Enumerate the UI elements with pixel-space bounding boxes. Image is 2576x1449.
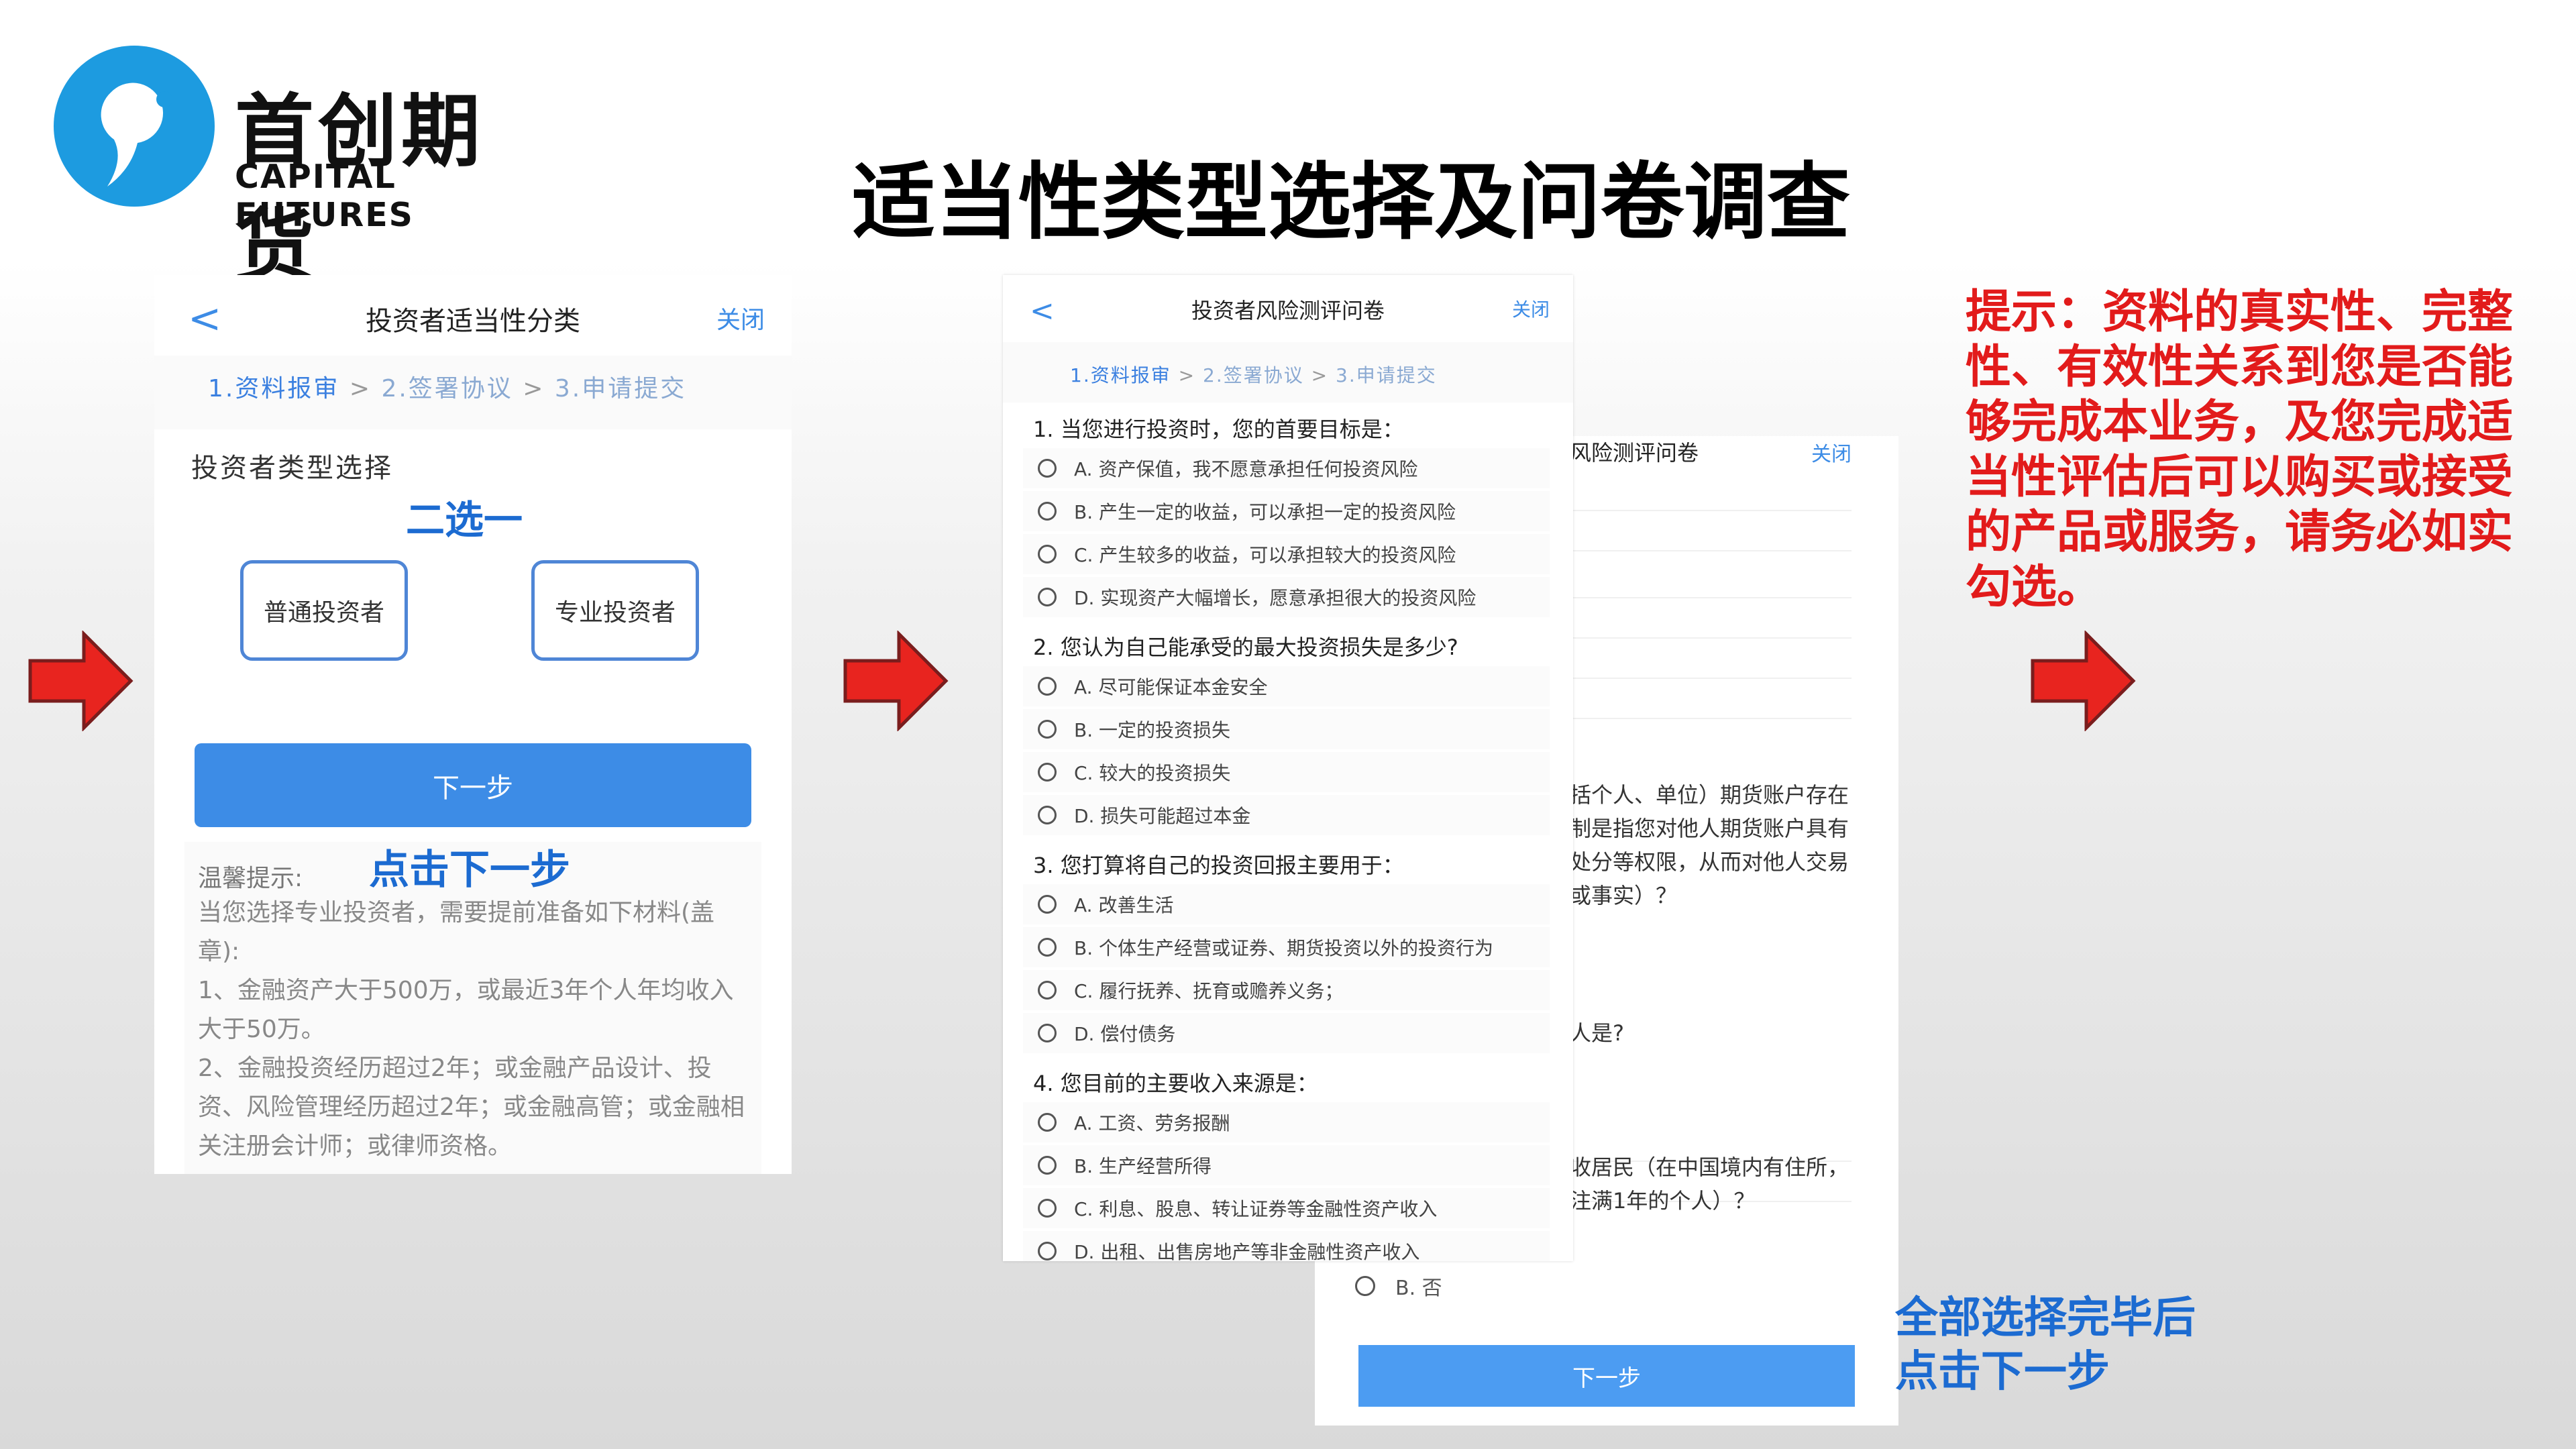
chevron-right-icon: > — [1311, 364, 1329, 386]
radio-icon[interactable] — [1038, 806, 1057, 824]
progress-steps: 1.资料报审 > 2.签署协议 > 3.申请提交 — [1070, 361, 1437, 388]
close-button[interactable]: 关闭 — [1811, 437, 1851, 467]
radio-icon[interactable] — [1038, 981, 1057, 1000]
option-row[interactable]: A. 改善生活 — [1023, 884, 1550, 924]
annotation-click-next: 点击下一步 — [369, 847, 570, 894]
tip-line: 当您选择专业投资者，需要提前准备如下材料(盖章): — [198, 899, 715, 965]
radio-icon[interactable] — [1038, 1156, 1057, 1175]
option-row[interactable]: C. 产生较多的收益，可以承担较大的投资风险 — [1023, 534, 1550, 574]
question-text-fragment: 人是? — [1570, 1020, 1624, 1046]
option-row[interactable]: B. 产生一定的收益，可以承担一定的投资风险 — [1023, 491, 1550, 531]
tip-label: 温馨提示: — [198, 865, 303, 892]
right-arrow-icon — [2031, 631, 2136, 731]
option-row[interactable]: B. 个体生产经营或证券、期货投资以外的投资行为 — [1023, 927, 1550, 967]
radio-icon[interactable] — [1038, 1024, 1057, 1042]
radio-icon[interactable] — [1038, 459, 1057, 478]
question-4: 4. 您目前的主要收入来源是： — [1033, 1071, 1318, 1096]
question-3: 3. 您打算将自己的投资回报主要用于： — [1033, 853, 1404, 878]
step-3: 3.申请提交 — [554, 375, 687, 402]
screen-title: 投资者风险测评问卷 — [1191, 298, 1385, 323]
step-1: 1.资料报审 — [208, 375, 340, 402]
screen-title: 投资者适当性分类 — [366, 306, 580, 337]
option-label: B. 否 — [1395, 1277, 1442, 1300]
radio-icon[interactable] — [1038, 545, 1057, 564]
chevron-right-icon: > — [523, 375, 545, 402]
step-2: 2.签署协议 — [381, 375, 513, 402]
tip-note: 提示：资料的真实性、完整性、有效性关系到您是否能够完成本业务，及您完成适当性评估… — [1966, 286, 2514, 614]
question-text-fragment: 括个人、单位）期货账户存在 — [1570, 782, 1849, 808]
right-arrow-icon — [843, 631, 949, 731]
option-row[interactable]: D. 出租、出售房地产等非金融性资产收入 — [1023, 1231, 1550, 1261]
annotation-choose-one: 二选一 — [406, 497, 523, 543]
option-row[interactable]: C. 较大的投资损失 — [1023, 752, 1550, 792]
option-row[interactable]: C. 履行抚养、抚育或赡养义务； — [1023, 970, 1550, 1010]
option-row[interactable]: C. 利息、股息、转让证券等金融性资产收入 — [1023, 1188, 1550, 1228]
option-row[interactable]: D. 实现资产大幅增长，愿意承担很大的投资风险 — [1023, 577, 1550, 617]
option-row[interactable]: A. 资产保值，我不愿意承担任何投资风险 — [1023, 448, 1550, 488]
normal-investor-button[interactable]: 普通投资者 — [240, 560, 408, 661]
radio-icon[interactable] — [1038, 1113, 1057, 1132]
question-2: 2. 您认为自己能承受的最大投资损失是多少? — [1033, 635, 1458, 660]
option-row[interactable]: B. 生产经营所得 — [1023, 1145, 1550, 1185]
option-row[interactable]: B. 一定的投资损失 — [1023, 709, 1550, 749]
tip-body: 当您选择专业投资者，需要提前准备如下材料(盖章): 1、金融资产大于500万，或… — [198, 894, 748, 1166]
option-row[interactable]: A. 尽可能保证本金安全 — [1023, 666, 1550, 706]
close-button[interactable]: 关闭 — [1512, 295, 1550, 322]
radio-icon[interactable] — [1038, 677, 1057, 696]
option-row[interactable]: D. 损失可能超过本金 — [1023, 795, 1550, 835]
tip-line: 2、金融投资经历超过2年；或金融产品设计、投资、风险管理经历超过2年；或金融高管… — [198, 1055, 745, 1160]
question-text-fragment: 制是指您对他人期货账户具有 — [1570, 816, 1849, 841]
radio-icon[interactable] — [1355, 1276, 1375, 1296]
logo-area: 首创期货 CAPITAL FUTURES — [27, 27, 557, 292]
right-arrow-icon — [28, 631, 133, 731]
brand-name-en: CAPITAL FUTURES — [235, 158, 414, 234]
radio-icon[interactable] — [1038, 1242, 1057, 1260]
radio-icon[interactable] — [1038, 895, 1057, 914]
question-text-fragment: 注满1年的个人）？ — [1570, 1188, 1756, 1214]
next-step-button[interactable]: 下一步 — [195, 743, 751, 827]
question-1: 1. 当您进行投资时，您的首要目标是： — [1033, 417, 1404, 442]
step-2: 2.签署协议 — [1203, 364, 1304, 386]
radio-icon[interactable] — [1038, 763, 1057, 782]
slide-title: 适当性类型选择及问卷调查 — [852, 154, 1851, 251]
question-text-fragment: 或事实）？ — [1570, 883, 1678, 908]
option-row[interactable]: D. 偿付债务 — [1023, 1013, 1550, 1053]
close-button[interactable]: 关闭 — [716, 301, 765, 335]
radio-icon[interactable] — [1038, 502, 1057, 521]
chevron-right-icon: > — [349, 375, 372, 402]
question-text-fragment: 处分等权限，从而对他人交易 — [1570, 849, 1849, 875]
radio-icon[interactable] — [1038, 1199, 1057, 1218]
company-logo-icon — [54, 46, 215, 207]
risk-questionnaire-screen: < 投资者风险测评问卷 关闭 1.资料报审 > 2.签署协议 > 3.申请提交 … — [1003, 275, 1573, 1261]
step-1: 1.资料报审 — [1070, 364, 1171, 386]
annotation-line: 点击下一步 — [1895, 1347, 2110, 1397]
radio-icon[interactable] — [1038, 588, 1057, 606]
section-title: 投资者类型选择 — [191, 453, 393, 484]
investor-classification-screen: < 投资者适当性分类 关闭 1.资料报审 > 2.签署协议 > 3.申请提交 投… — [154, 275, 792, 1174]
tip-line: 1、金融资产大于500万，或最近3年个人年均收入大于50万。 — [198, 977, 734, 1043]
screen-title-fragment: 风险测评问卷 — [1570, 440, 1699, 466]
option-no[interactable]: B. 否 — [1355, 1271, 1442, 1301]
option-row[interactable]: A. 工资、劳务报酬 — [1023, 1102, 1550, 1142]
question-text-fragment: 收居民（在中国境内有住所， — [1570, 1155, 1849, 1180]
radio-icon[interactable] — [1038, 720, 1057, 739]
next-step-button[interactable]: 下一步 — [1358, 1345, 1855, 1407]
annotation-line: 全部选择完毕后 — [1895, 1293, 2196, 1343]
annotation-finish: 全部选择完毕后 点击下一步 — [1895, 1291, 2196, 1399]
professional-investor-button[interactable]: 专业投资者 — [531, 560, 699, 661]
radio-icon[interactable] — [1038, 938, 1057, 957]
step-3: 3.申请提交 — [1336, 364, 1437, 386]
progress-steps: 1.资料报审 > 2.签署协议 > 3.申请提交 — [208, 369, 686, 404]
chevron-right-icon: > — [1178, 364, 1196, 386]
